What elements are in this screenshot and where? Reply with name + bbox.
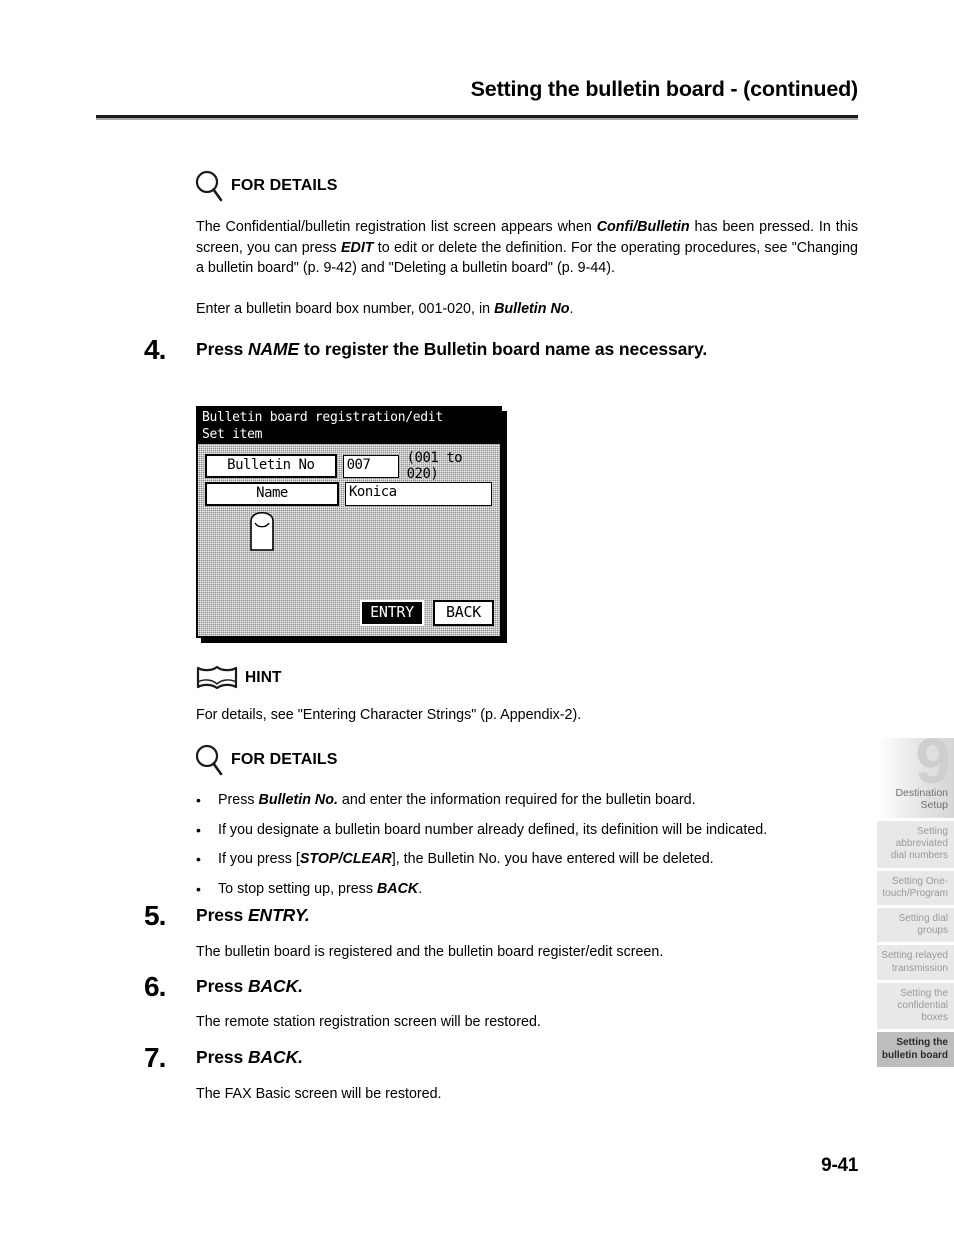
lcd-row-bulletin-no: Bulletin No 007 (001 to 020) <box>205 450 500 482</box>
bullet-dot: • <box>196 851 201 867</box>
lcd-title-line-1: Bulletin board registration/edit <box>202 410 443 425</box>
for-details-label-2: FOR DETAILS <box>231 751 338 768</box>
lcd-title-line-2: Set item <box>202 427 263 442</box>
chapter-label-line-1: Destination <box>895 787 948 799</box>
step-7: 7. Press BACK. <box>144 1042 858 1073</box>
lcd-button-bulletin-no[interactable]: Bulletin No <box>205 454 337 478</box>
chapter-tab-3[interactable]: Setting relayed transmission <box>877 945 954 980</box>
lcd-input-bulletin-no[interactable]: 007 <box>342 454 399 478</box>
lcd-input-name[interactable]: Konica <box>345 482 492 506</box>
lcd-row-name: Name Konica <box>205 482 492 506</box>
lcd-button-name[interactable]: Name <box>205 482 339 506</box>
chapter-tab-2[interactable]: Setting dial groups <box>877 908 954 943</box>
magnifier-icon-svg <box>195 170 223 202</box>
for-details-label-1: FOR DETAILS <box>231 177 338 194</box>
lcd-key-back[interactable]: BACK <box>433 600 494 626</box>
hint-text: For details, see "Entering Character Str… <box>196 707 582 723</box>
open-book-icon-svg <box>196 665 238 690</box>
step-5-text: Press ENTRY. <box>196 905 310 925</box>
step-6: 6. Press BACK. <box>144 971 858 1002</box>
step-4-text: Press NAME to register the Bulletin boar… <box>196 339 708 359</box>
chapter-label-line-2: Setup <box>920 799 948 811</box>
step-7-number: 7. <box>144 1042 166 1073</box>
chapter-tab-4[interactable]: Setting the confidential boxes <box>877 982 954 1030</box>
chapter-tab-1[interactable]: Setting One-touch/Program <box>877 870 954 906</box>
page-number: 9-41 <box>821 1155 858 1176</box>
header-divider-shadow <box>96 118 858 120</box>
hint-label: HINT <box>245 669 282 686</box>
list-item-text: To stop setting up, press BACK. <box>218 880 423 897</box>
open-book-icon <box>196 665 238 691</box>
list-item-text: If you designate a bulletin board number… <box>218 821 768 838</box>
chapter-tab-5[interactable]: Setting the bulletin board <box>877 1032 954 1067</box>
lcd-key-entry[interactable]: ENTRY <box>360 600 424 626</box>
step-5-description: The bulletin board is registered and the… <box>196 944 664 960</box>
step-6-number: 6. <box>144 971 166 1002</box>
step-5: 5. Press ENTRY. <box>144 900 858 931</box>
for-details-heading-1: FOR DETAILS <box>194 170 338 202</box>
chapter-number: 9 <box>915 738 951 797</box>
chapter-tab-current[interactable]: 9 Destination Setup <box>877 738 954 818</box>
step-7-text: Press BACK. <box>196 1047 303 1067</box>
list-item: • If you press [STOP/CLEAR], the Bulletin… <box>196 849 858 869</box>
fingertip-pointer-icon <box>248 505 276 551</box>
fingertip-pointer-svg <box>250 511 274 551</box>
hint-heading: HINT <box>196 665 282 691</box>
list-item: • Press Bulletin No. and enter the inform… <box>196 790 858 810</box>
chapter-tab-list: Setting abbreviated dial numbers Setting … <box>877 821 954 1067</box>
details-bullet-list: • Press Bulletin No. and enter the inform… <box>196 790 858 908</box>
list-item-text: Press Bulletin No. and enter the informa… <box>218 792 696 808</box>
step-5-number: 5. <box>144 900 166 931</box>
step-6-description: The remote station registration screen w… <box>196 1014 541 1030</box>
chapter-label: Destination Setup <box>895 787 948 811</box>
lcd-range-hint: (001 to 020) <box>406 450 463 482</box>
list-item: • To stop setting up, press BACK. <box>196 879 858 899</box>
bullet-dot: • <box>196 880 201 897</box>
magnifier-icon-svg-2 <box>195 744 223 776</box>
lcd-screenshot: Bulletin board registration/edit Set ite… <box>196 406 507 643</box>
list-item: • If you designate a bulletin board numbe… <box>196 820 858 840</box>
details-paragraph-1: The Confidential/bulletin registration l… <box>196 219 858 276</box>
step-4: 4. Press NAME to register the Bulletin b… <box>144 334 858 365</box>
bullet-dot: • <box>196 792 201 808</box>
lcd-title-bar: Bulletin board registration/edit Set ite… <box>198 408 500 444</box>
page-header: Setting the bulletin board - (continued) <box>96 77 859 102</box>
lcd-panel: Bulletin board registration/edit Set ite… <box>196 406 502 638</box>
list-item-text: If you press [STOP/CLEAR], the Bulletin … <box>218 851 714 867</box>
magnifier-icon <box>194 170 224 202</box>
chapter-tab-rail: 9 Destination Setup Setting abbreviated … <box>877 738 954 1070</box>
step-4-number: 4. <box>144 334 166 365</box>
magnifier-icon <box>194 744 224 776</box>
bullet-dot: • <box>196 821 201 838</box>
page-title: Setting the bulletin board - (continued) <box>470 77 859 101</box>
step-6-text: Press BACK. <box>196 976 303 996</box>
details-paragraph-2: Enter a bulletin board box number, 001-0… <box>196 301 574 317</box>
step-7-description: The FAX Basic screen will be restored. <box>196 1086 442 1102</box>
for-details-heading-2: FOR DETAILS <box>194 744 338 776</box>
chapter-tab-0[interactable]: Setting abbreviated dial numbers <box>877 821 954 868</box>
